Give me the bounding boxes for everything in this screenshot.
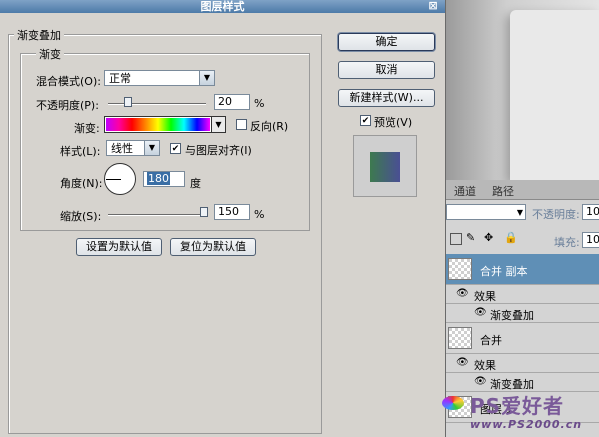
chevron-down-icon: ▼ [199, 71, 214, 85]
layer-name: 合并 副本 [480, 265, 528, 278]
ok-button[interactable]: 确定 [338, 33, 435, 51]
site-watermark: PS爱好者 www.PS2000.cn [440, 388, 599, 437]
opacity-value: 20 [218, 95, 232, 108]
gradient-swatch [106, 118, 210, 131]
chevron-down-icon: ▼ [516, 208, 523, 217]
opacity-slider-handle[interactable] [123, 97, 132, 107]
tab-paths[interactable]: 路径 [492, 183, 514, 199]
layer-thumbnail [448, 258, 472, 280]
set-default-button[interactable]: 设置为默认值 [76, 238, 162, 256]
lock-transparent-icon[interactable] [450, 233, 462, 245]
style-value: 线性 [111, 142, 133, 155]
effect-gradient-label: 渐变叠加 [490, 309, 534, 322]
layer-effects-row[interactable]: 👁 效果 [446, 285, 599, 304]
angle-input[interactable]: 180 [143, 171, 185, 187]
watermark-logo-icon [442, 396, 464, 410]
scale-value: 150 [218, 205, 239, 218]
scale-slider-track[interactable] [108, 214, 206, 216]
angle-value: 180 [147, 172, 170, 185]
opacity-label: 不透明度(P): [36, 99, 99, 112]
layers-panel-tabs: 通道 路径 [446, 180, 599, 200]
reset-default-button[interactable]: 复位为默认值 [170, 238, 256, 256]
style-preview-swatch [370, 152, 400, 182]
effects-label: 效果 [474, 290, 496, 303]
layer-name: 合并 [480, 334, 502, 347]
effects-label: 效果 [474, 359, 496, 372]
angle-dial-needle [106, 179, 121, 180]
layer-blend-select[interactable]: ▼ [446, 204, 526, 220]
blend-mode-label: 混合模式(O): [36, 75, 101, 88]
layer-style-dialog: 图层样式 ⊠ 渐变叠加 渐变 混合模式(O): 正常 ▼ 不透明度(P): 20… [0, 0, 446, 437]
dialog-title: 图层样式 [200, 0, 245, 13]
layer-opacity-label: 不透明度: [532, 208, 580, 221]
watermark-url: www.PS2000.cn [470, 418, 583, 431]
layer-fill-value: 100 [586, 233, 599, 246]
scale-unit: % [254, 208, 265, 221]
blend-mode-select[interactable]: 正常 ▼ [104, 70, 215, 86]
opacity-input[interactable]: 20 [214, 94, 250, 110]
align-with-layer-checkbox[interactable]: ✔ [170, 143, 181, 154]
close-icon[interactable]: ⊠ [427, 0, 439, 12]
eye-icon[interactable]: 👁 [456, 288, 469, 299]
chevron-down-icon[interactable]: ▼ [211, 117, 225, 132]
watermark-text: PS爱好者 [470, 394, 565, 418]
layer-fill-label: 填充: [554, 236, 580, 249]
lock-brush-icon[interactable]: ✎ [466, 231, 475, 244]
reverse-label: 反向(R) [250, 120, 289, 133]
gradient-picker[interactable]: ▼ [104, 116, 226, 133]
cancel-button[interactable]: 取消 [338, 61, 435, 79]
angle-unit: 度 [190, 177, 201, 190]
new-style-button[interactable]: 新建样式(W)... [338, 89, 435, 107]
scale-input[interactable]: 150 [214, 204, 250, 220]
gradient-inner-legend: 渐变 [36, 46, 64, 62]
angle-label: 角度(N): [60, 177, 103, 190]
layer-effects-row[interactable]: 👁 效果 [446, 354, 599, 373]
style-preview-box [353, 135, 417, 197]
tab-channels[interactable]: 通道 [454, 183, 476, 199]
reverse-checkbox[interactable] [236, 119, 247, 130]
layer-opacity-value: 100 [586, 205, 599, 218]
canvas-shape [510, 10, 599, 180]
lock-move-icon[interactable]: ✥ [484, 231, 493, 244]
style-label: 样式(L): [60, 145, 101, 158]
style-select[interactable]: 线性 ▼ [106, 140, 160, 156]
layer-row-merged[interactable]: 合并 [446, 323, 599, 354]
layer-fill-input[interactable]: 100 [582, 232, 599, 248]
opacity-unit: % [254, 97, 265, 110]
preview-label: 预览(V) [374, 116, 413, 129]
angle-dial[interactable] [104, 163, 136, 195]
layer-row-merged-copy[interactable]: 合并 副本 [446, 254, 599, 285]
eye-icon[interactable]: 👁 [474, 376, 487, 387]
layer-opacity-input[interactable]: 100 [582, 204, 599, 220]
lock-all-icon[interactable]: 🔒 [504, 231, 518, 244]
scale-slider-handle[interactable] [200, 207, 209, 217]
layer-effect-gradient-row[interactable]: 👁 渐变叠加 [446, 304, 599, 323]
eye-icon[interactable]: 👁 [474, 307, 487, 318]
blend-mode-value: 正常 [109, 72, 131, 85]
align-with-layer-label: 与图层对齐(I) [185, 144, 252, 157]
preview-checkbox[interactable]: ✔ [360, 115, 371, 126]
layer-thumbnail [448, 327, 472, 349]
gradient-overlay-legend: 渐变叠加 [14, 27, 64, 43]
dialog-title-bar[interactable]: 图层样式 ⊠ [0, 0, 445, 13]
eye-icon[interactable]: 👁 [456, 357, 469, 368]
scale-label: 缩放(S): [60, 210, 102, 223]
chevron-down-icon: ▼ [144, 141, 159, 155]
gradient-label: 渐变: [74, 122, 100, 135]
